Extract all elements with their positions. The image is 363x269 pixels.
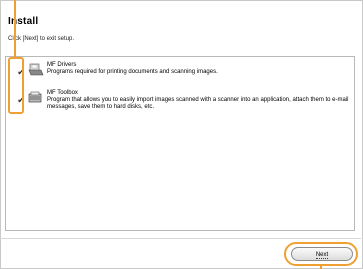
callout-line	[320, 265, 322, 269]
page-title: Install	[8, 16, 39, 27]
callout-highlight-checks	[8, 57, 24, 114]
toolbox-icon	[28, 91, 42, 103]
package-description: Programs required for printing documents…	[47, 69, 218, 75]
callout-highlight-next	[284, 242, 358, 266]
instruction-text: Click [Next] to exit setup.	[8, 36, 75, 42]
package-name: MF Toolbox	[47, 90, 78, 96]
package-name: MF Drivers	[47, 62, 77, 68]
package-description: Program that allows you to easily import…	[47, 97, 349, 110]
divider	[0, 238, 361, 239]
callout-line	[14, 0, 16, 57]
list-item[interactable]: ✔ MF Toolbox Program that allows you to …	[6, 89, 354, 125]
package-list: ✔ MF Drivers Programs required for print…	[5, 56, 355, 231]
printer-driver-icon	[28, 63, 44, 76]
